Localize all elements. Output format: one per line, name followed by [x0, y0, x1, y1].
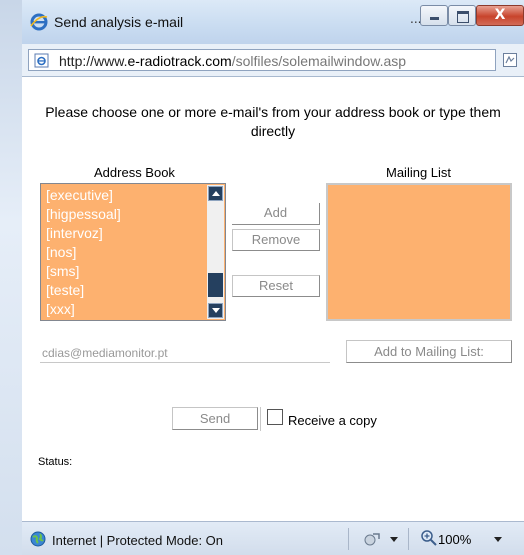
status-label: Status: [38, 456, 73, 468]
reset-button[interactable]: Reset [232, 275, 320, 297]
url-prefix: http://www. [59, 53, 128, 69]
desktop-background [0, 0, 22, 555]
address-book-items: [executive] [higpessoal] [intervoz] [nos] [s… [43, 186, 207, 318]
url-field[interactable]: http://www.e-radiotrack.com/solfiles/sol… [28, 49, 496, 71]
zoom-level[interactable]: 100% [438, 532, 471, 547]
address-book-item[interactable]: [teste] [43, 281, 207, 300]
security-settings-icon[interactable] [362, 530, 382, 548]
close-button[interactable]: X [476, 5, 524, 26]
security-zone-text: Internet | Protected Mode: On [52, 533, 224, 548]
compatibility-view-icon[interactable] [502, 52, 518, 68]
remove-button[interactable]: Remove [232, 229, 320, 251]
address-book-scrollbar[interactable] [207, 185, 224, 319]
address-book-list[interactable]: [executive] [higpessoal] [intervoz] [nos] [s… [40, 183, 226, 321]
window-title: Send analysis e-mail [54, 14, 184, 30]
scroll-down-arrow-icon[interactable] [208, 303, 223, 318]
scroll-thumb[interactable] [208, 273, 223, 297]
title-bar: Send analysis e-mail ... X [22, 0, 524, 44]
mailing-list-box[interactable] [326, 183, 512, 321]
globe-icon [30, 531, 46, 547]
send-button[interactable]: Send [172, 407, 258, 430]
url-text: http://www.e-radiotrack.com/solfiles/sol… [59, 53, 406, 69]
zoom-dropdown-icon[interactable] [494, 537, 502, 542]
page-icon [34, 53, 49, 68]
address-book-item[interactable]: [executive] [43, 186, 207, 205]
address-book-label: Address Book [94, 165, 175, 180]
dialog-content: Please choose one or more e-mail's from … [22, 77, 524, 521]
scroll-up-arrow-icon[interactable] [208, 186, 223, 201]
divider [260, 407, 261, 431]
email-input[interactable] [40, 343, 330, 363]
zoom-icon[interactable] [420, 529, 438, 547]
mailing-list-label: Mailing List [386, 165, 452, 180]
maximize-button[interactable] [448, 5, 476, 26]
url-path: /solfiles/solemailwindow.asp [231, 53, 407, 69]
address-book-item[interactable]: [higpessoal] [43, 205, 207, 224]
instructions-text: Please choose one or more e-mail's from … [45, 104, 501, 139]
status-bar: Internet | Protected Mode: On 100% [22, 521, 524, 555]
address-book-item[interactable]: [nos] [43, 243, 207, 262]
receive-copy-label: Receive a copy [288, 413, 377, 428]
status-separator [348, 528, 349, 550]
address-book-item[interactable]: [sms] [43, 262, 207, 281]
close-icon: X [494, 7, 506, 23]
receive-copy-checkbox[interactable] [267, 409, 283, 425]
url-domain: e-radiotrack.com [127, 53, 232, 69]
address-bar: http://www.e-radiotrack.com/solfiles/sol… [22, 44, 524, 77]
internet-explorer-icon [30, 13, 48, 31]
address-book-item[interactable]: [xxx] [43, 300, 207, 318]
add-to-mailing-list-button[interactable]: Add to Mailing List: [346, 340, 512, 363]
address-book-item[interactable]: [intervoz] [43, 224, 207, 243]
add-button[interactable]: Add [232, 203, 320, 225]
status-separator [408, 528, 409, 550]
security-dropdown-icon[interactable] [390, 537, 398, 542]
minimize-button[interactable] [420, 5, 448, 26]
